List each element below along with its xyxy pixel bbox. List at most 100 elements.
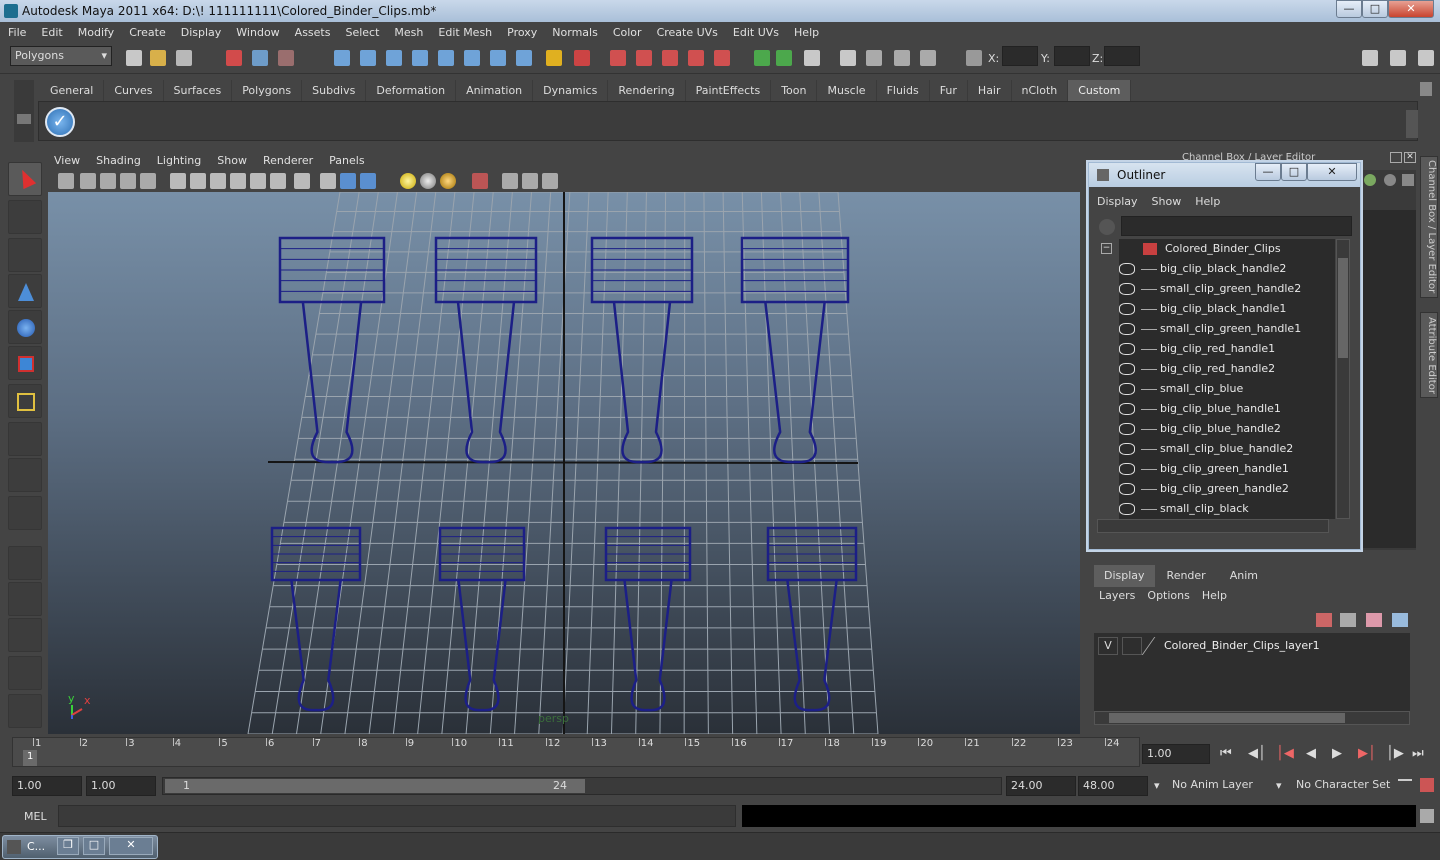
xray-icon[interactable] [502, 173, 518, 189]
layout-four-icon[interactable] [8, 582, 42, 616]
y-field[interactable] [1054, 46, 1090, 66]
menu-normals[interactable]: Normals [552, 26, 598, 39]
menu-display[interactable]: Display [181, 26, 222, 39]
shelf-tab-muscle[interactable]: Muscle [817, 80, 877, 101]
channel-lock-icon[interactable] [1384, 174, 1396, 186]
outliner-maximize-button[interactable]: □ [1281, 163, 1307, 181]
auto-key-icon[interactable] [1398, 779, 1412, 789]
layer-visibility-toggle[interactable]: V [1098, 637, 1118, 655]
shelf-tab-dynamics[interactable]: Dynamics [533, 80, 609, 101]
show-manipulator-icon[interactable] [8, 458, 42, 492]
history-icon[interactable] [464, 50, 480, 66]
snap-grid-icon[interactable] [334, 50, 350, 66]
step-forward-key-icon[interactable]: │▶ [1386, 746, 1404, 761]
outliner-item[interactable]: big_clip_black_handle1 [1119, 299, 1335, 319]
close-button[interactable]: ✕ [1388, 0, 1434, 18]
selection-mask-icon[interactable] [574, 50, 590, 66]
outliner-item[interactable]: big_clip_blue_handle2 [1119, 419, 1335, 439]
tab-attribute-editor[interactable]: Attribute Editor [1420, 312, 1438, 398]
range-slider[interactable]: 1 24 [162, 777, 1002, 795]
layout-single-icon[interactable] [8, 546, 42, 580]
menu-assets[interactable]: Assets [295, 26, 331, 39]
move-layer-down-icon[interactable] [1340, 613, 1356, 627]
resolution-gate-icon[interactable] [190, 173, 206, 189]
shelf-tab-deformation[interactable]: Deformation [366, 80, 457, 101]
menu-edit-uvs[interactable]: Edit UVs [733, 26, 779, 39]
layer-scroll-thumb[interactable] [1109, 713, 1345, 723]
layout-custom-icon[interactable] [8, 694, 42, 728]
step-back-key-icon[interactable]: ◀│ [1248, 746, 1266, 761]
outliner-scroll-thumb[interactable] [1338, 258, 1348, 358]
layer-playback-toggle[interactable] [1122, 637, 1142, 655]
layer-horizontal-scrollbar[interactable] [1094, 711, 1410, 725]
checkmark-icon[interactable]: ✓ [45, 107, 75, 137]
small-clip[interactable] [270, 526, 362, 712]
shadows-icon[interactable] [440, 173, 456, 189]
trax-icon[interactable] [894, 50, 910, 66]
menu-edit[interactable]: Edit [41, 26, 62, 39]
camera-select-icon[interactable] [58, 173, 74, 189]
step-forward-frame-icon[interactable]: ▶│ [1358, 746, 1376, 761]
layer-tab-render[interactable]: Render [1155, 565, 1218, 587]
select-by-object-icon[interactable] [252, 50, 268, 66]
outliner-minimize-button[interactable]: — [1255, 163, 1281, 181]
last-tool-icon[interactable] [8, 496, 42, 530]
layout-outliner-icon[interactable] [8, 618, 42, 652]
save-scene-icon[interactable] [176, 50, 192, 66]
menu-file[interactable]: File [8, 26, 26, 39]
high-quality-icon[interactable] [542, 173, 558, 189]
safe-action-icon[interactable] [250, 173, 266, 189]
isolate-select-icon[interactable] [472, 173, 488, 189]
make-live-icon[interactable] [438, 50, 454, 66]
scale-tool-icon[interactable] [8, 346, 42, 380]
new-layer-selected-icon[interactable] [1392, 613, 1408, 627]
viewport-menu-view[interactable]: View [54, 154, 80, 167]
z-field[interactable] [1104, 46, 1140, 66]
small-clip[interactable] [766, 526, 858, 712]
soft-mod-tool-icon[interactable] [8, 422, 42, 456]
playback-start-field[interactable]: 1.00 [86, 776, 156, 796]
snap-point-icon[interactable] [386, 50, 402, 66]
minimize-button[interactable]: — [1336, 0, 1362, 18]
menu-create[interactable]: Create [129, 26, 166, 39]
menu-proxy[interactable]: Proxy [507, 26, 537, 39]
select-by-hierarchy-icon[interactable] [226, 50, 242, 66]
outliner-item[interactable]: big_clip_blue_handle1 [1119, 399, 1335, 419]
play-forward-icon[interactable]: ▶ [1332, 746, 1342, 761]
all-lights-icon[interactable] [420, 173, 436, 189]
outliner-item[interactable]: small_clip_black [1119, 499, 1335, 519]
menu-modify[interactable]: Modify [78, 26, 114, 39]
help-icon[interactable] [516, 50, 532, 66]
close-window-button[interactable]: ✕ [109, 837, 153, 855]
outliner-item[interactable]: big_clip_red_handle2 [1119, 359, 1335, 379]
toggle-channel-box-icon[interactable] [1418, 50, 1434, 66]
collapse-icon[interactable]: − [1101, 243, 1112, 254]
hypergraph-icon[interactable] [920, 50, 936, 66]
start-time-field[interactable]: 1.00 [12, 776, 82, 796]
layer-menu-help[interactable]: Help [1202, 589, 1227, 602]
shelf-scroll[interactable] [1406, 110, 1418, 138]
image-plane-icon[interactable] [120, 173, 136, 189]
x-field[interactable] [1002, 46, 1038, 66]
safe-title-icon[interactable] [270, 173, 286, 189]
restore-window-button[interactable]: ❐ [57, 837, 79, 855]
layer-tab-display[interactable]: Display [1094, 565, 1155, 587]
outliner-item[interactable]: small_clip_green_handle2 [1119, 279, 1335, 299]
shelf-tab-surfaces[interactable]: Surfaces [164, 80, 233, 101]
outliner-root-item[interactable]: Colored_Binder_Clips [1119, 239, 1335, 259]
transform-mode-icon[interactable] [966, 50, 982, 66]
rotate-tool-icon[interactable] [8, 310, 42, 344]
shelf-tab-custom[interactable]: Custom [1068, 80, 1132, 101]
rename-icon[interactable] [776, 50, 792, 66]
filter-icon[interactable] [1099, 219, 1115, 235]
snap-curve-icon[interactable] [360, 50, 376, 66]
channel-tool-icon[interactable] [1402, 174, 1414, 186]
outliner-vertical-scrollbar[interactable] [1336, 239, 1350, 519]
manipulator-tool-icon[interactable] [8, 384, 42, 418]
move-tool-icon[interactable] [8, 274, 42, 308]
big-clip[interactable] [740, 236, 850, 464]
shelf-tab-painteffects[interactable]: PaintEffects [686, 80, 772, 101]
trash-icon[interactable] [1420, 82, 1432, 96]
camera-attributes-icon[interactable] [80, 173, 96, 189]
outliner-item[interactable]: big_clip_red_handle1 [1119, 339, 1335, 359]
